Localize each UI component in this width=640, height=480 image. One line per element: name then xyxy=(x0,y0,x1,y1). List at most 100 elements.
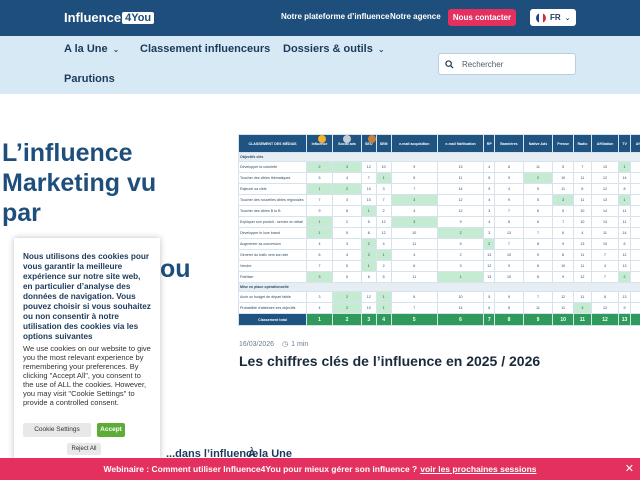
language-selector[interactable]: FR ⌄ xyxy=(530,9,576,26)
agency-link[interactable]: Notre agence xyxy=(390,12,441,21)
table-cell: 7 xyxy=(360,172,377,184)
gold-medal-icon xyxy=(318,135,326,143)
table-cell: 4 xyxy=(375,238,392,250)
article-image[interactable]: CLASSEMENT DES MÉDIAS Influence Social ads… xyxy=(238,134,640,336)
table-cell: 7 xyxy=(494,238,524,250)
table-header-cell: Native Ads xyxy=(522,134,554,153)
table-cell: 6 xyxy=(390,291,438,303)
row-label: Augmenter sa conversion xyxy=(238,238,307,250)
hero-title-line: L’influence xyxy=(2,139,133,167)
nav-item-a-la-une[interactable]: A la Une ⌄ xyxy=(64,43,119,55)
contact-button[interactable]: Nous contacter xyxy=(448,9,516,26)
table-cell: 5 xyxy=(552,205,574,217)
search-input[interactable] xyxy=(462,59,562,69)
table-cell: 13 xyxy=(572,238,592,250)
table-cell: 14 xyxy=(629,271,640,283)
row-label: Générer du trafic vers son site xyxy=(238,249,307,261)
logo-box: 4You xyxy=(122,11,155,24)
nav-item-dossiers[interactable]: Dossiers & outils ⌄ xyxy=(283,43,385,55)
table-cell: 8 xyxy=(522,260,554,272)
table-row: Générer du trafic vers son site 6 4 3 1 4 2 13 1… xyxy=(238,249,640,261)
table-cell: 9 xyxy=(390,161,438,173)
table-cell: 4 xyxy=(390,205,438,217)
table-cell: 2 xyxy=(360,238,377,250)
total-cell: 11 xyxy=(572,313,592,326)
search-box[interactable] xyxy=(438,53,576,75)
table-cell: 13 xyxy=(590,161,620,173)
table-cell: 8 xyxy=(522,238,554,250)
reject-all-button[interactable]: Reject All xyxy=(67,443,101,455)
table-cell: 4 xyxy=(483,216,496,228)
table-cell: 3 xyxy=(305,291,334,303)
table-header-cell: Affiliation xyxy=(590,134,620,153)
table-header-label: CLASSEMENT DES MÉDIAS xyxy=(238,134,307,153)
table-cell: 14 xyxy=(629,194,640,206)
table-header-cell: e-mail acquisition xyxy=(390,134,438,153)
nav-item-classement[interactable]: Classement influenceurs xyxy=(140,43,270,55)
table-cell: 10 xyxy=(552,260,574,272)
nav-item-parutions[interactable]: Parutions xyxy=(64,73,115,85)
table-cell: 13 xyxy=(436,161,485,173)
total-cell: 8 xyxy=(494,313,524,326)
nav-item-label: Parutions xyxy=(64,73,115,85)
table-cell: 10 xyxy=(572,205,592,217)
table-cell: 8 xyxy=(494,302,524,314)
table-cell: 10 xyxy=(360,302,377,314)
table-row: Rajeunir sa cible1210371494511612813 xyxy=(238,183,640,195)
table-section-row: Objectifs clés xyxy=(238,152,640,162)
table-cell: 12 xyxy=(552,291,574,303)
table-row: Développer le love brand 1 5 8 12 10 2 3 13 7 6 4 11… xyxy=(238,227,640,239)
accept-button[interactable]: Accept xyxy=(97,423,125,437)
table-cell: 14 xyxy=(436,183,485,195)
hero-title-line: Marketing vu xyxy=(2,169,157,197)
table-cell: 9 xyxy=(494,194,524,206)
table-cell: 3 xyxy=(332,194,362,206)
table-cell: 13 xyxy=(483,271,496,283)
nav-item-label: Classement influenceurs xyxy=(140,43,271,55)
table-cell: 11 xyxy=(572,172,592,184)
table-cell: 6 xyxy=(522,205,554,217)
row-label: Toucher des cibles B to B xyxy=(238,205,307,217)
platform-link[interactable]: Notre plateforme d’influence xyxy=(281,12,389,21)
article-title[interactable]: Les chiffres clés de l’influence en 2025… xyxy=(239,353,639,369)
table-cell: 3 xyxy=(390,194,438,206)
total-label: Classement total xyxy=(238,313,307,326)
table-cell: 5 xyxy=(332,227,362,239)
total-cell: 4 xyxy=(375,313,392,326)
table-cell: 4 xyxy=(332,172,362,184)
total-cell: 2 xyxy=(332,313,362,326)
table-cell: 1 xyxy=(360,260,377,272)
logo[interactable]: Influence 4You xyxy=(64,10,155,25)
table-cell: 1 xyxy=(375,291,392,303)
close-icon[interactable]: ✕ xyxy=(625,462,634,475)
row-label: Développer le love brand xyxy=(238,227,307,239)
table-header-cell: Affichage xyxy=(629,134,640,153)
table-cell: 1 xyxy=(375,172,392,184)
table-cell: 7 xyxy=(390,183,438,195)
table-cell: 1 xyxy=(618,161,631,173)
table-cell: 8 xyxy=(590,291,620,303)
table-cell: 11 xyxy=(618,216,631,228)
table-cell: 13 xyxy=(494,227,524,239)
cookie-settings-button[interactable]: Cookie Settings xyxy=(23,423,91,437)
table-cell: 12 xyxy=(629,238,640,250)
table-cell: 15 xyxy=(629,172,640,184)
table-cell: 3 xyxy=(483,205,496,217)
table-cell: 1 xyxy=(375,302,392,314)
table-cell: 10 xyxy=(552,172,574,184)
table-cell: 6 xyxy=(483,302,496,314)
table-cell: 5 xyxy=(332,260,362,272)
table-cell: 13 xyxy=(618,260,631,272)
table-cell: 9 xyxy=(494,291,524,303)
table-cell: 14 xyxy=(629,216,640,228)
table-cell: 12 xyxy=(590,183,620,195)
banner-link[interactable]: voir les prochaines sessions xyxy=(420,464,536,474)
table-cell: 14 xyxy=(618,227,631,239)
table-cell: 10 xyxy=(375,161,392,173)
table-cell: 4 xyxy=(590,260,620,272)
cookie-consent-dialog: Nous utilisons des cookies pour vous gar… xyxy=(14,238,160,460)
table-cell: 12 xyxy=(436,205,485,217)
webinar-banner: Webinaire : Comment utiliser Influence4Y… xyxy=(0,458,640,480)
table-cell: 11 xyxy=(618,205,631,217)
article-meta: 16/03/2026 ◷ 1 min xyxy=(239,340,308,349)
